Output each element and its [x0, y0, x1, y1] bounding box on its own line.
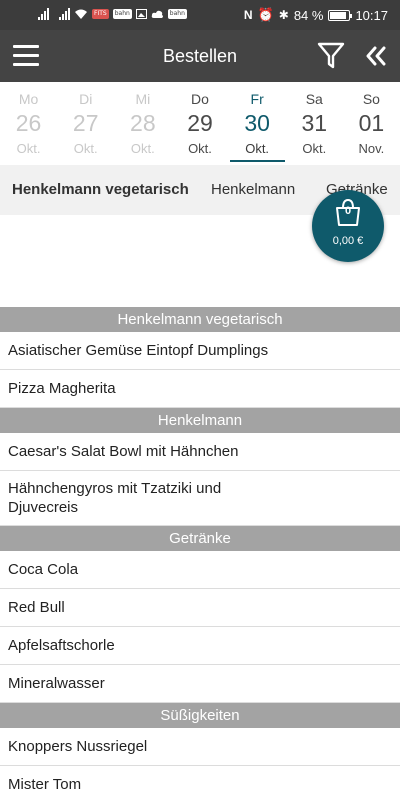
list-item[interactable]: Asiatischer Gemüse Eintopf Dumplings — [0, 332, 400, 370]
item-name: Red Bull — [8, 599, 65, 616]
alarm-icon: ⏰ — [257, 7, 274, 22]
cloud-icon — [151, 10, 163, 18]
list-item[interactable]: Caesar's Salat Bowl mit Hähnchen — [0, 433, 400, 471]
fits-app-icon: FITS — [92, 9, 109, 19]
list-item[interactable]: Coca Cola — [0, 551, 400, 589]
tab-henkelmann-vegetarisch[interactable]: Henkelmann vegetarisch — [12, 181, 189, 198]
list-item[interactable]: Red Bull — [0, 589, 400, 627]
section-header: Henkelmann vegetarisch — [0, 307, 400, 332]
day-of-week: So — [362, 91, 380, 107]
bahn-app-icon-2: bahn — [167, 9, 187, 19]
bahn-app-icon: bahn — [112, 9, 132, 19]
day-thursday[interactable]: Do 29 Okt. — [171, 82, 228, 162]
day-month: Okt. — [130, 141, 155, 156]
signal-icon — [38, 8, 49, 20]
day-number: 27 — [72, 110, 99, 136]
wifi-icon — [75, 9, 87, 19]
cart-count: 0 — [344, 205, 352, 217]
item-name: Mister Tom — [8, 776, 82, 793]
day-selector: Mo 26 Okt. Di 27 Okt. Mi 28 Okt. Do 29 O… — [0, 82, 400, 162]
day-sunday[interactable]: So 01 Nov. — [343, 82, 400, 162]
cart-button[interactable]: 0 0,00 € — [312, 190, 384, 262]
day-of-week: Fr — [250, 91, 264, 107]
day-of-week: Di — [79, 91, 93, 107]
menu-list: Henkelmann vegetarisch Asiatischer Gemüs… — [0, 307, 400, 800]
day-number: 31 — [301, 110, 328, 136]
item-name: Caesar's Salat Bowl mit Hähnchen — [8, 443, 239, 460]
item-name: Coca Cola — [8, 561, 79, 578]
list-item[interactable]: Mister Tom — [0, 766, 400, 800]
day-month: Okt. — [16, 141, 41, 156]
day-month: Okt. — [188, 141, 212, 156]
status-left-icons: FITS bahn bahn — [38, 8, 187, 20]
status-right-icons: N ⏰ ✱ 84 % 10:17 — [244, 7, 388, 23]
day-monday[interactable]: Mo 26 Okt. — [0, 82, 57, 162]
day-number: 26 — [15, 110, 42, 136]
tab-henkelmann[interactable]: Henkelmann — [211, 181, 295, 198]
battery-percent: 84 % — [293, 7, 324, 23]
bluetooth-icon: ✱ — [278, 8, 289, 22]
section-header: Henkelmann — [0, 408, 400, 433]
status-time: 10:17 — [355, 7, 388, 23]
day-saturday[interactable]: Sa 31 Okt. — [286, 82, 343, 162]
day-number: 28 — [130, 110, 156, 136]
list-item[interactable]: Pizza Magherita — [0, 370, 400, 408]
item-name: Apfelsaftschorle — [8, 637, 115, 654]
filter-icon[interactable] — [316, 41, 346, 71]
list-item[interactable]: Apfelsaftschorle — [0, 627, 400, 665]
day-month: Okt. — [73, 141, 98, 156]
cart-total: 0,00 € — [332, 235, 364, 247]
day-of-week: Sa — [305, 91, 323, 107]
item-name: Pizza Magherita — [8, 380, 116, 397]
day-tuesday[interactable]: Di 27 Okt. — [57, 82, 114, 162]
list-item[interactable]: Hähnchengyros mit Tzatziki und Djuvecrei… — [0, 471, 400, 526]
day-month: Okt. — [245, 141, 270, 156]
status-bar: FITS bahn bahn N ⏰ ✱ 84 % 10:17 — [0, 0, 400, 30]
double-chevron-left-icon[interactable] — [364, 44, 388, 68]
item-name: Mineralwasser — [8, 675, 105, 692]
day-of-week: Do — [191, 91, 209, 107]
section-header: Süßigkeiten — [0, 703, 400, 728]
app-bar: Bestellen — [0, 30, 400, 82]
gallery-icon — [135, 9, 147, 19]
battery-icon — [328, 9, 353, 21]
day-month: Okt. — [302, 141, 327, 156]
day-number: 29 — [187, 110, 213, 136]
day-number: 01 — [358, 110, 385, 136]
item-name: Asiatischer Gemüse Eintopf Dumplings — [8, 342, 269, 359]
item-name: Hähnchengyros mit Tzatziki und Djuvecrei… — [8, 480, 222, 516]
list-item[interactable]: Knoppers Nussriegel — [0, 728, 400, 766]
day-of-week: Mi — [135, 91, 151, 107]
signal-icon-2 — [59, 8, 70, 20]
list-item[interactable]: Mineralwasser — [0, 665, 400, 703]
day-number: 30 — [244, 110, 270, 136]
day-month: Nov. — [358, 141, 385, 156]
section-header: Getränke — [0, 526, 400, 551]
day-wednesday[interactable]: Mi 28 Okt. — [114, 82, 171, 162]
day-of-week: Mo — [18, 91, 39, 107]
day-friday[interactable]: Fr 30 Okt. — [229, 82, 286, 162]
nfc-icon: N — [243, 8, 253, 22]
item-name: Knoppers Nussriegel — [8, 738, 148, 755]
